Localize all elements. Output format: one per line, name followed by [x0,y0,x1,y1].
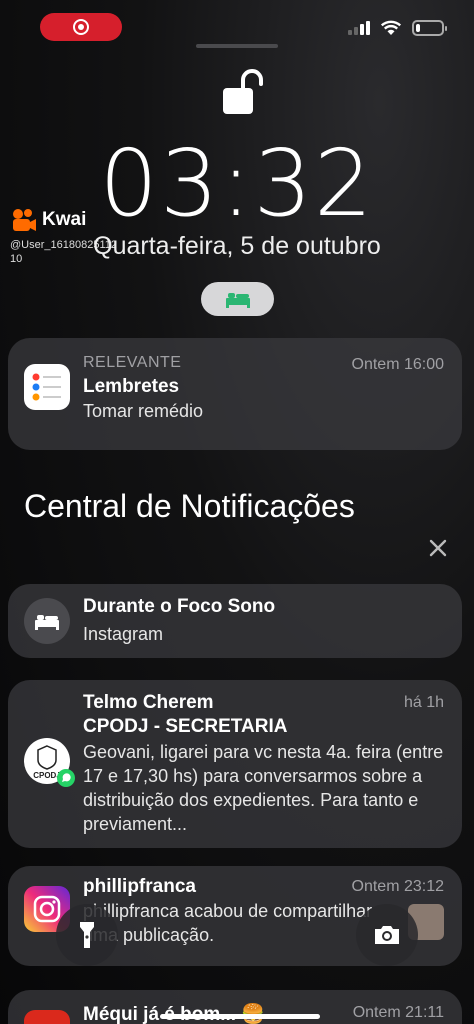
close-icon[interactable] [426,536,450,560]
notification-app-name: Lembretes [83,376,180,397]
home-indicator[interactable] [160,1014,320,1019]
status-bar-right [348,20,447,36]
notification-title: Méqui já é bom... 🍔 [83,1004,265,1024]
bed-icon [225,293,250,308]
cellular-signal-icon [348,21,370,35]
notification-center-title: Central de Notificações [24,488,355,524]
notification-time: Ontem 21:11 [352,1004,444,1021]
notification-time: Ontem 16:00 [351,356,445,373]
notification-title: Telmo Cherem [83,692,214,713]
kwai-brand-text: Kwai [42,209,87,230]
notification-title: Durante o Foco Sono [83,596,276,617]
notification-subtitle: CPODJ - SECRETARIA [83,716,288,737]
reminders-icon [24,364,70,410]
screen-record-icon [73,19,89,35]
notification-body: Geovani, ligarei para vc nesta 4a. feira… [83,742,444,834]
reminder-notification[interactable]: RELEVANTE Lembretes Tomar remédio Ontem … [8,338,462,450]
kwai-watermark: Kwai [10,206,86,234]
notification-body: Instagram [83,624,164,644]
notification-title: phillipfranca [83,876,196,897]
camera-button[interactable] [356,904,418,966]
mcdonalds-icon [24,1010,70,1024]
screen-record-indicator[interactable] [40,13,122,41]
lock-screen-date: Quarta-feira, 5 de outubro [93,232,381,260]
kwai-logo-icon [13,209,36,231]
notification-category: RELEVANTE [83,354,182,371]
notification-body: phillipfranca acabou de compartilhar uma… [83,901,373,945]
unlocked-padlock-icon [223,69,263,114]
flashlight-icon [80,922,94,948]
flashlight-button[interactable] [56,904,118,966]
camera-icon [375,926,399,944]
whatsapp-notification[interactable]: CPODJ Telmo Cherem há 1h CPODJ - SECRETA… [8,680,462,848]
focus-summary-notification[interactable]: Durante o Foco Sono Instagram [8,584,462,658]
notification-body: Tomar remédio [83,401,204,421]
bed-icon [24,598,70,644]
notch-indicator [196,44,278,48]
battery-icon [412,20,447,36]
sleep-focus-button[interactable] [201,282,274,316]
whatsapp-icon [57,769,75,787]
wifi-icon [380,20,402,35]
notification-time: Ontem 23:12 [351,878,445,895]
notification-time: há 1h [403,694,444,711]
